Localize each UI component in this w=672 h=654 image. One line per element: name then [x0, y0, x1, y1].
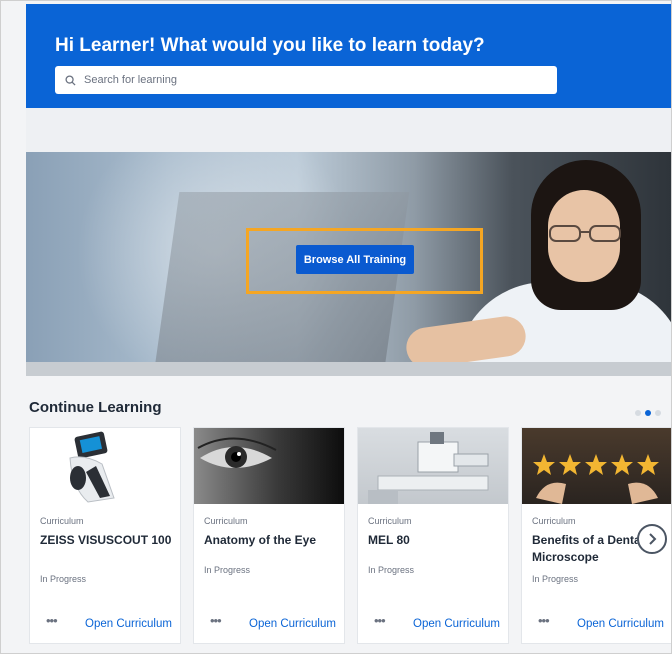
continue-learning-title: Continue Learning	[29, 399, 162, 416]
open-curriculum-link[interactable]: Open Curriculum	[413, 618, 500, 630]
card-type: Curriculum	[40, 516, 84, 526]
card-type: Curriculum	[368, 516, 412, 526]
card-thumbnail	[194, 428, 344, 504]
welcome-header: Hi Learner! What would you like to learn…	[26, 4, 671, 108]
search-input[interactable]	[84, 74, 524, 86]
eye-image	[197, 437, 277, 468]
carousel-dot-active[interactable]	[645, 410, 651, 416]
app-frame: Hi Learner! What would you like to learn…	[0, 0, 672, 654]
laser-device-image	[368, 432, 489, 504]
more-options-icon[interactable]: •••	[210, 614, 222, 627]
more-options-icon[interactable]: •••	[46, 614, 58, 627]
card-title: Anatomy of the Eye	[204, 533, 317, 547]
browse-all-training-button[interactable]: Browse All Training	[296, 245, 414, 274]
card-status: In Progress	[532, 574, 579, 584]
greeting-title: Hi Learner! What would you like to learn…	[55, 35, 485, 56]
more-options-icon[interactable]: •••	[538, 614, 550, 627]
hero-desk	[26, 362, 671, 376]
card-type: Curriculum	[532, 516, 576, 526]
course-card[interactable]: Curriculum MEL 80 In Progress ••• Open C…	[357, 427, 509, 644]
card-status: In Progress	[204, 565, 251, 575]
search-bar[interactable]	[55, 66, 557, 94]
carousel-next-button[interactable]	[637, 524, 667, 554]
search-icon	[65, 74, 76, 86]
course-card[interactable]: Curriculum ZEISS VISUSCOUT 100 In Progre…	[29, 427, 181, 644]
card-type: Curriculum	[204, 516, 248, 526]
spacer-band	[26, 108, 671, 152]
card-title: MEL 80	[368, 533, 410, 547]
carousel-dot[interactable]	[635, 410, 641, 416]
open-curriculum-link[interactable]: Open Curriculum	[85, 618, 172, 630]
card-thumbnail	[358, 428, 508, 504]
handheld-camera-image	[69, 431, 115, 503]
five-stars-image	[533, 454, 659, 504]
hero-banner: Browse All Training	[26, 152, 671, 376]
card-status: In Progress	[368, 565, 415, 575]
chevron-right-icon	[649, 533, 657, 545]
carousel-pagination	[635, 410, 661, 416]
hero-glasses	[549, 225, 621, 242]
more-options-icon[interactable]: •••	[374, 614, 386, 627]
open-curriculum-link[interactable]: Open Curriculum	[577, 618, 664, 630]
card-title: ZEISS VISUSCOUT 100	[40, 533, 172, 547]
card-status: In Progress	[40, 574, 87, 584]
card-thumbnail	[522, 428, 671, 504]
open-curriculum-link[interactable]: Open Curriculum	[249, 618, 336, 630]
carousel-dot[interactable]	[655, 410, 661, 416]
course-card[interactable]: Curriculum Anatomy of the Eye In Progres…	[193, 427, 345, 644]
card-thumbnail	[30, 428, 180, 504]
